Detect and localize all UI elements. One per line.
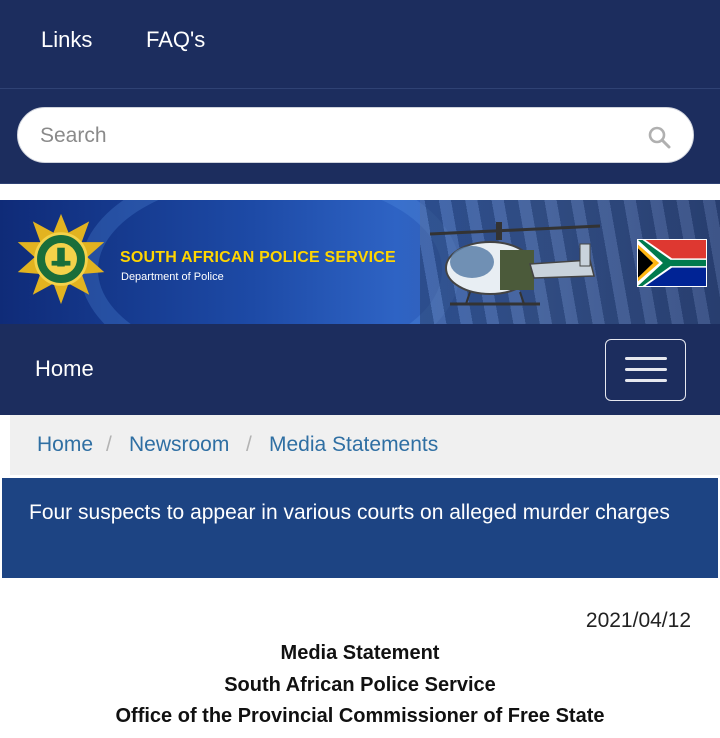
south-africa-flag: [637, 239, 707, 287]
top-nav: Links FAQ's: [0, 0, 720, 88]
hamburger-icon: [625, 368, 667, 371]
faqs-link[interactable]: FAQ's: [146, 27, 205, 53]
search-input[interactable]: [40, 120, 640, 152]
breadcrumb-media-statements[interactable]: Media Statements: [269, 433, 438, 457]
statement-line: South African Police Service: [224, 674, 496, 696]
search-bar: [0, 88, 720, 184]
article-title: Four suspects to appear in various court…: [29, 501, 670, 524]
breadcrumb-newsroom[interactable]: Newsroom: [129, 433, 229, 457]
org-name: SOUTH AFRICAN POLICE SERVICE: [120, 249, 396, 266]
main-nav: Home: [0, 324, 720, 415]
article-date: 2021/04/12: [585, 609, 691, 632]
menu-toggle-button[interactable]: [605, 339, 686, 401]
breadcrumb-separator: /: [106, 433, 112, 456]
search-box: [17, 107, 694, 163]
nav-home-link[interactable]: Home: [35, 356, 94, 382]
statement-line: Media Statement: [280, 642, 440, 664]
helicopter-image: [430, 222, 601, 306]
hamburger-icon: [625, 379, 667, 382]
header-banner: SOUTH AFRICAN POLICE SERVICE Department …: [0, 200, 720, 324]
breadcrumb-home[interactable]: Home: [37, 433, 93, 457]
statement-line: Office of the Provincial Commissioner of…: [115, 705, 605, 727]
saps-badge-logo: [17, 213, 105, 305]
hamburger-icon: [625, 357, 667, 360]
links-link[interactable]: Links: [41, 27, 92, 53]
article-title-banner: Four suspects to appear in various court…: [2, 478, 718, 578]
breadcrumb: Home / Newsroom / Media Statements: [10, 415, 720, 475]
search-icon[interactable]: [647, 125, 671, 149]
breadcrumb-separator: /: [246, 433, 252, 456]
org-subtitle: Department of Police: [121, 271, 224, 283]
